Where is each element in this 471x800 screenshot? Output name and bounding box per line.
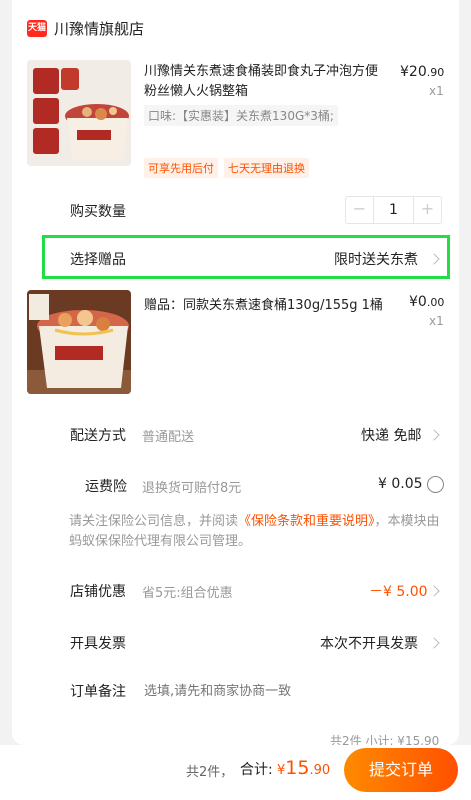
delivery-label: 配送方式 (70, 428, 126, 444)
delivery-hint: 普通配送 (142, 430, 195, 445)
gift-select-label: 选择赠品 (70, 252, 126, 268)
product-qty: x1 (429, 84, 444, 98)
store-discount-row[interactable]: 店铺优惠 省5元:组合优惠 －¥ 5.00 (12, 570, 459, 610)
product-image[interactable] (27, 60, 131, 166)
shipping-insurance-label: 运费险 (85, 479, 127, 495)
notice-text: 请关注保险公司信息，并阅读 (69, 514, 239, 529)
gift-select-row[interactable]: 选择赠品 限时送关东煮 (42, 235, 450, 279)
increment-button[interactable]: + (414, 197, 441, 223)
purchase-qty-label: 购买数量 (70, 204, 126, 220)
subtotal-partial: 共2件 小计: ¥15.90 (330, 734, 440, 745)
order-note-input[interactable] (142, 678, 436, 704)
product-title[interactable]: 川豫情关东煮速食桶装即食丸子冲泡方便粉丝懒人火锅整箱 (144, 62, 384, 102)
total-dec: .90 (309, 763, 331, 778)
chevron-right-icon (428, 253, 440, 265)
product-variant[interactable]: 口味:【实惠装】关东煮130G*3桶; (144, 105, 338, 126)
store-discount-value: －¥ 5.00 (369, 584, 428, 600)
total-label: 合计: (240, 762, 273, 778)
gift-price-symbol: ¥ (409, 294, 418, 310)
order-note-label: 订单备注 (70, 684, 126, 700)
invoice-row[interactable]: 开具发票 本次不开具发票 (12, 622, 459, 662)
store-discount-label: 店铺优惠 (70, 584, 126, 600)
price-dec: .90 (426, 66, 445, 79)
shipping-insurance-hint: 退换货可赔付8元 (142, 481, 242, 496)
product-price: ¥20.90 (400, 64, 444, 80)
item-count: 共2件， (186, 765, 234, 780)
total-price: ¥15.90 (277, 757, 330, 779)
insurance-notice: 请关注保险公司信息，并阅读《保险条款和重要说明》，本模块由蚂蚁保保险代理有限公司… (69, 512, 449, 552)
gift-price-int: 0 (417, 294, 427, 310)
tag-seven-day-return: 七天无理由退换 (224, 158, 309, 178)
invoice-label: 开具发票 (70, 636, 126, 652)
chevron-right-icon (428, 585, 440, 597)
chevron-right-icon (428, 429, 440, 441)
quantity-stepper: − 1 + (345, 196, 442, 224)
total-int: 15 (285, 757, 310, 779)
shipping-insurance-price: ¥ 0.05 (378, 476, 423, 492)
chevron-right-icon (428, 637, 440, 649)
store-name[interactable]: 川豫情旗舰店 (54, 18, 144, 39)
store-discount-hint: 省5元:组合优惠 (142, 586, 233, 601)
gift-price-dec: .00 (426, 296, 445, 309)
gift-title[interactable]: 赠品：同款关东煮速食桶130g/155g 1桶 (144, 294, 383, 313)
decrement-button[interactable]: − (346, 197, 373, 223)
gift-select-value: 限时送关东煮 (334, 252, 418, 268)
tmall-logo-icon: 天猫 (27, 20, 47, 37)
price-int: 20 (408, 64, 427, 80)
insurance-terms-link[interactable]: 《保险条款和重要说明》 (238, 514, 375, 529)
tag-pay-later: 可享先用后付 (144, 158, 218, 178)
gift-price: ¥0.00 (409, 294, 444, 310)
gift-image[interactable] (27, 290, 131, 394)
delivery-row[interactable]: 配送方式 普通配送 快递 免邮 (12, 414, 459, 454)
submit-order-button[interactable]: 提交订单 (344, 748, 458, 792)
quantity-value[interactable]: 1 (373, 197, 414, 223)
invoice-value: 本次不开具发票 (320, 636, 418, 652)
order-card: 天猫 川豫情旗舰店 川豫情关东煮速食桶装即食丸子冲泡方便粉丝懒人火锅整箱 ¥20… (12, 0, 459, 745)
delivery-value: 快递 免邮 (361, 428, 422, 444)
price-symbol: ¥ (400, 64, 409, 80)
product-tags: 可享先用后付 七天无理由退换 (144, 158, 309, 178)
gift-qty: x1 (429, 314, 444, 328)
shipping-insurance-radio[interactable] (427, 476, 444, 493)
